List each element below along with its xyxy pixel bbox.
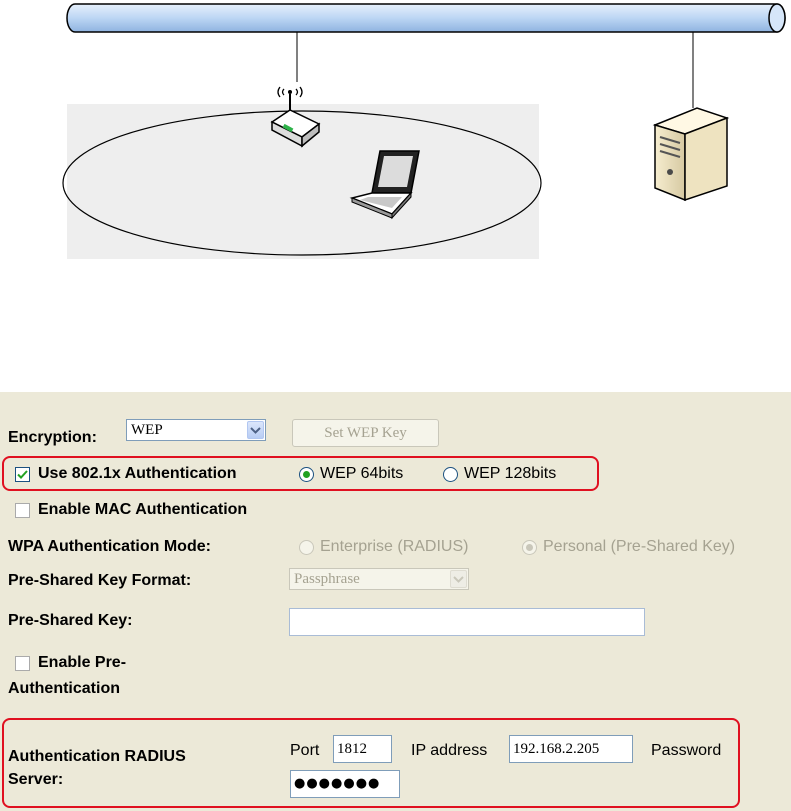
chevron-down-icon xyxy=(450,570,467,588)
psk-format-label: Pre-Shared Key Format: xyxy=(8,572,192,589)
enterprise-label: Enterprise (RADIUS) xyxy=(320,538,469,555)
encryption-select[interactable]: WEP xyxy=(126,419,266,441)
radius-server-icon xyxy=(652,107,730,202)
wpa-mode-label: WPA Authentication Mode: xyxy=(8,538,211,555)
enable-mac-checkbox[interactable] xyxy=(15,503,30,518)
preauth-label-line1: Enable Pre- xyxy=(38,654,127,671)
highlight-8021x-box xyxy=(2,456,599,491)
set-wep-key-button[interactable]: Set WEP Key xyxy=(292,419,439,447)
psk-input[interactable] xyxy=(289,608,645,636)
personal-label: Personal (Pre-Shared Key) xyxy=(543,538,736,555)
security-settings-panel: Encryption: WEP Set WEP Key Use 802.1x A… xyxy=(0,392,791,811)
preauth-checkbox[interactable] xyxy=(15,656,30,671)
enable-mac-label: Enable MAC Authentication xyxy=(38,501,248,518)
psk-format-select-value: Passphrase xyxy=(294,571,360,587)
personal-radio[interactable] xyxy=(522,540,537,555)
preauth-label-line2: Authentication xyxy=(8,680,120,697)
psk-format-select[interactable]: Passphrase xyxy=(289,568,469,590)
network-backbone-icon xyxy=(66,3,786,33)
encryption-label: Encryption: xyxy=(8,429,97,446)
network-diagram xyxy=(62,3,786,259)
psk-label: Pre-Shared Key: xyxy=(8,612,133,629)
chevron-down-icon xyxy=(247,421,264,439)
enterprise-radio[interactable] xyxy=(299,540,314,555)
highlight-radius-box xyxy=(2,718,740,808)
radio-selected-dot xyxy=(526,544,533,551)
encryption-select-value: WEP xyxy=(131,422,163,438)
